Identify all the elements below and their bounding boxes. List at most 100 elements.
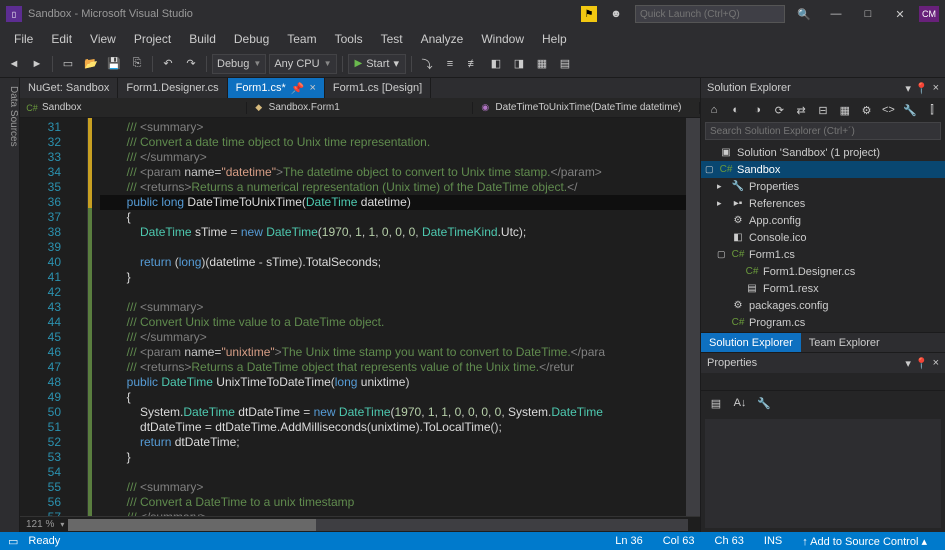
close-tab-icon[interactable]: × (309, 82, 315, 94)
open-button[interactable]: 📂 (81, 54, 101, 74)
properties-grid[interactable] (705, 419, 941, 528)
expander-icon[interactable]: ▢ (705, 164, 715, 175)
sync-button[interactable]: ⇄ (792, 101, 810, 119)
tree-item[interactable]: ▤Form1.resx (701, 280, 945, 297)
tab-nuget[interactable]: NuGet: Sandbox (20, 78, 118, 98)
wrench-button[interactable]: 🔧 (901, 101, 919, 119)
tree-item[interactable]: ▢C#Sandbox (701, 161, 945, 178)
panel-dropdown-icon[interactable]: ▾ (905, 357, 911, 370)
nav-back-button[interactable]: ◄ (4, 54, 24, 74)
menu-window[interactable]: Window (473, 30, 532, 48)
uncomment-button[interactable]: ≢ (463, 54, 483, 74)
menu-build[interactable]: Build (181, 30, 224, 48)
indent-button[interactable]: ▦ (532, 54, 552, 74)
fwd-button[interactable]: ◑ (749, 101, 767, 119)
code-editor[interactable]: 3132333435363738394041424344454647484950… (20, 118, 700, 516)
new-project-button[interactable]: ▭ (58, 54, 78, 74)
bookmark-button[interactable]: ◧ (486, 54, 506, 74)
nav-class-combo[interactable]: ◆Sandbox.Form1 (247, 102, 474, 114)
notification-flag-icon[interactable]: ⚑ (581, 6, 597, 22)
expander-icon[interactable]: ▸ (717, 198, 727, 209)
menu-view[interactable]: View (82, 30, 124, 48)
feedback-icon[interactable]: ☻ (603, 4, 629, 24)
undo-button[interactable]: ↶ (158, 54, 178, 74)
menu-test[interactable]: Test (373, 30, 411, 48)
show-all-button[interactable]: ▦ (836, 101, 854, 119)
platform-combo[interactable]: Any CPU▼ (269, 54, 336, 74)
panel-close-icon[interactable]: × (933, 82, 939, 95)
save-button[interactable]: 💾 (104, 54, 124, 74)
nav-scope-combo[interactable]: C#Sandbox (20, 102, 247, 114)
tree-item[interactable]: C#Program.cs (701, 314, 945, 331)
nav-fwd-button[interactable]: ► (27, 54, 47, 74)
menu-team[interactable]: Team (279, 30, 324, 48)
tab-form1-cs[interactable]: Form1.cs*📌× (228, 78, 325, 98)
panel-dropdown-icon[interactable]: ▾ (905, 82, 911, 95)
preview-button[interactable]: <> (880, 101, 898, 119)
redo-button[interactable]: ↷ (181, 54, 201, 74)
filter-button[interactable]: ⫿ (923, 101, 941, 119)
alphabetical-button[interactable]: A↓ (731, 394, 749, 412)
comment-button[interactable]: ≡ (440, 54, 460, 74)
refresh-button[interactable]: ⟳ (770, 101, 788, 119)
menu-analyze[interactable]: Analyze (413, 30, 472, 48)
horizontal-scrollbar[interactable] (68, 519, 688, 531)
tree-item[interactable]: ▣Solution 'Sandbox' (1 project) (701, 144, 945, 161)
home-button[interactable]: ⌂ (705, 101, 723, 119)
minimize-button[interactable]: — (823, 4, 849, 24)
tree-item[interactable]: ▸▸▪References (701, 195, 945, 212)
panel-pin-icon[interactable]: 📍 (915, 357, 929, 370)
start-debug-button[interactable]: ▶Start▾ (348, 54, 406, 74)
bookmark2-button[interactable]: ◨ (509, 54, 529, 74)
editor-footer: 121 % ▾ (20, 516, 700, 532)
data-sources-rail[interactable]: Data Sources (0, 78, 20, 532)
vertical-scrollbar[interactable] (686, 118, 700, 516)
nav-member-combo[interactable]: ◉DateTimeToUnixTime(DateTime datetime) (473, 102, 700, 114)
config-combo[interactable]: Debug▼ (212, 54, 266, 74)
save-all-button[interactable]: ⎘ (127, 54, 147, 74)
properties-button[interactable]: ⚙ (858, 101, 876, 119)
categorized-button[interactable]: ▤ (707, 394, 725, 412)
step-button[interactable]: ⤵ (417, 54, 437, 74)
tab-team-explorer[interactable]: Team Explorer (801, 333, 888, 352)
search-icon[interactable]: 🔍 (791, 4, 817, 24)
source-control-button[interactable]: ↑ Add to Source Control ▴ (792, 535, 937, 548)
back-button[interactable]: ◐ (727, 101, 745, 119)
tab-form1-design[interactable]: Form1.cs [Design] (325, 78, 431, 98)
tree-label: Console.ico (749, 232, 806, 244)
menubar: File Edit View Project Build Debug Team … (0, 28, 945, 50)
expander-icon[interactable]: ▢ (717, 249, 727, 260)
pin-icon[interactable]: 📌 (291, 82, 305, 95)
tree-item[interactable]: C#Form1.Designer.cs (701, 263, 945, 280)
solution-search-input[interactable] (705, 122, 941, 140)
menu-edit[interactable]: Edit (43, 30, 80, 48)
menu-tools[interactable]: Tools (327, 30, 371, 48)
tab-solution-explorer[interactable]: Solution Explorer (701, 333, 801, 352)
maximize-button[interactable]: □ (855, 4, 881, 24)
panel-close-icon[interactable]: × (933, 357, 939, 370)
menu-project[interactable]: Project (126, 30, 179, 48)
menu-help[interactable]: Help (534, 30, 575, 48)
menu-file[interactable]: File (6, 30, 41, 48)
tree-label: Form1.Designer.cs (763, 266, 855, 278)
tree-item[interactable]: ▢C#Form1.cs (701, 246, 945, 263)
tree-label: Properties (749, 181, 799, 193)
tree-label: Program.cs (749, 317, 805, 329)
collapse-button[interactable]: ⊟ (814, 101, 832, 119)
tree-item[interactable]: ◧Console.ico (701, 229, 945, 246)
props-wrench-button[interactable]: 🔧 (755, 394, 773, 412)
user-badge[interactable]: CM (919, 6, 939, 22)
quick-launch-input[interactable] (635, 5, 785, 23)
outdent-button[interactable]: ▤ (555, 54, 575, 74)
zoom-combo[interactable]: 121 % (20, 519, 60, 530)
close-button[interactable]: ✕ (887, 4, 913, 24)
properties-selector[interactable] (701, 373, 945, 391)
panel-pin-icon[interactable]: 📍 (915, 82, 929, 95)
tab-designer-cs[interactable]: Form1.Designer.cs (118, 78, 227, 98)
expander-icon[interactable]: ▸ (717, 181, 727, 192)
code-content[interactable]: /// <summary> /// Convert a date time ob… (92, 118, 686, 516)
menu-debug[interactable]: Debug (226, 30, 277, 48)
tree-item[interactable]: ⚙App.config (701, 212, 945, 229)
tree-item[interactable]: ▸🔧Properties (701, 178, 945, 195)
tree-item[interactable]: ⚙packages.config (701, 297, 945, 314)
